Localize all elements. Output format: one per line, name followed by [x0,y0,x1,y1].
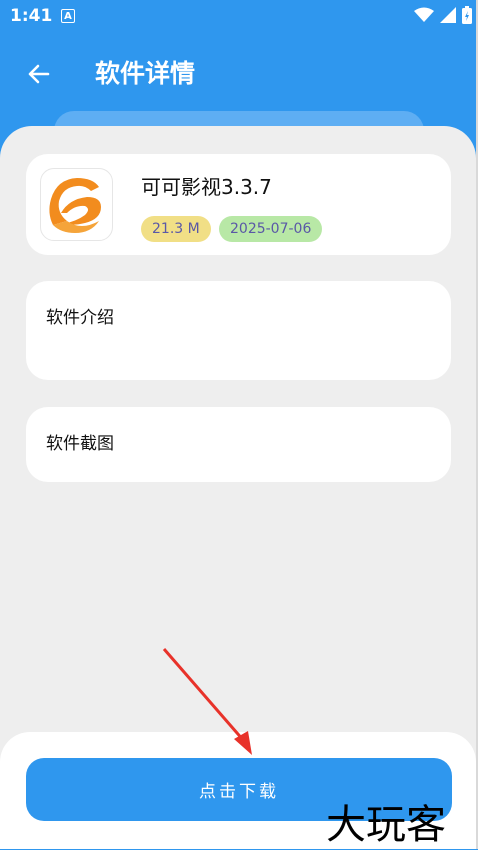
screenshots-title: 软件截图 [46,434,114,454]
red-arrow-annotation [162,648,252,755]
signal-icon [440,7,456,23]
back-arrow-icon[interactable] [22,56,58,92]
app-info-card: 可可影视3.3.7 21.3 M 2025-07-06 [26,154,451,255]
screenshots-card: 软件截图 [26,407,451,482]
intro-title: 软件介绍 [46,308,114,328]
intro-card: 软件介绍 [26,281,451,380]
app-logo-icon [40,168,113,241]
size-badge: 21.3 M [141,216,211,242]
page-title: 软件详情 [95,59,196,88]
wifi-icon [414,7,434,22]
app-name: 可可影视3.3.7 [141,175,272,199]
status-time: 1:41 [10,6,53,26]
watermark: 大玩客 [326,802,446,848]
battery-icon [462,6,472,24]
app-header: 软件详情 [0,34,478,151]
status-icons [414,6,472,24]
date-badge: 2025-07-06 [219,216,323,242]
status-bar: 1:41 A [0,0,478,34]
notification-icon: A [61,9,75,23]
